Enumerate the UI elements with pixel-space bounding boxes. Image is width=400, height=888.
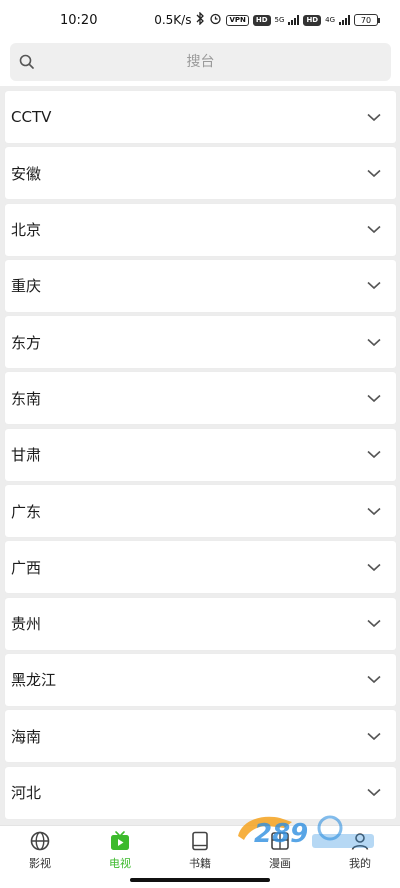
chevron-down-icon [367, 282, 381, 290]
signal-icon [288, 15, 300, 25]
hd-badge: HD [252, 14, 271, 26]
tab-label: 电视 [109, 857, 131, 870]
chevron-down-icon [367, 451, 381, 459]
tab-movies[interactable]: 影视 [0, 826, 80, 888]
chevron-down-icon [367, 732, 381, 740]
search-bar [0, 40, 400, 86]
signal-icon-2 [339, 15, 350, 25]
channel-label: 东南 [11, 389, 42, 408]
tab-label: 我的 [349, 857, 371, 870]
channel-row-hainan[interactable]: 海南 [5, 710, 396, 763]
channel-row-guizhou[interactable]: 贵州 [5, 597, 396, 650]
book-icon [192, 831, 208, 851]
chevron-down-icon [367, 169, 381, 177]
channel-row-heilongjiang[interactable]: 黑龙江 [5, 653, 396, 706]
channel-label: 甘肃 [11, 446, 42, 465]
channel-row-guangdong[interactable]: 广东 [5, 485, 396, 538]
battery-icon: 70 [354, 14, 380, 26]
channel-label: CCTV [11, 108, 52, 126]
chevron-down-icon [367, 226, 381, 234]
chevron-down-icon [367, 338, 381, 346]
globe-icon [30, 831, 50, 851]
vpn-badge: VPN [226, 14, 249, 26]
channel-label: 重庆 [11, 277, 42, 296]
channel-row-beijing[interactable]: 北京 [5, 203, 396, 256]
channel-label: 贵州 [11, 615, 42, 634]
battery-level: 70 [360, 15, 372, 25]
hd-badge-2: HD [303, 14, 322, 26]
chevron-down-icon [367, 788, 381, 797]
channel-label: 北京 [11, 221, 42, 240]
network-type-label: 5G [274, 15, 285, 24]
network-type-label-2: 4G [325, 15, 335, 24]
bluetooth-icon [195, 11, 205, 28]
search-icon [19, 54, 35, 70]
channel-label: 黑龙江 [11, 671, 57, 690]
chevron-down-icon [367, 507, 381, 515]
channel-row-anhui[interactable]: 安徽 [5, 147, 396, 200]
tab-label: 漫画 [269, 857, 291, 870]
chevron-down-icon [367, 620, 381, 628]
channel-label: 海南 [11, 727, 42, 746]
channel-row-chongqing[interactable]: 重庆 [5, 259, 396, 312]
alarm-icon [209, 12, 222, 28]
status-icons: 0.5K/s VPN HD 5G HD 4G 70 [154, 11, 380, 28]
channel-label: 安徽 [11, 164, 42, 183]
chevron-down-icon [367, 113, 381, 121]
search-input[interactable] [10, 43, 391, 81]
channel-row-dongnan[interactable]: 东南 [5, 372, 396, 425]
chevron-down-icon [367, 394, 381, 403]
tab-label: 影视 [29, 857, 51, 870]
chevron-down-icon [367, 676, 381, 684]
channel-row-gansu[interactable]: 甘肃 [5, 428, 396, 481]
status-bar: 10:20 0.5K/s VPN HD 5G HD 4G 70 [0, 0, 400, 40]
channel-list: CCTV 安徽 北京 重庆 东方 东南 甘肃 广东 广西 贵州 黑龙江 海南 河… [5, 91, 396, 823]
home-indicator [130, 878, 270, 882]
channel-row-cctv[interactable]: CCTV [5, 91, 396, 143]
channel-label: 广东 [11, 502, 42, 521]
svg-text:289: 289 [254, 819, 308, 849]
channel-label: 广西 [11, 558, 42, 577]
channel-row-guangxi[interactable]: 广西 [5, 541, 396, 594]
channel-row-dongfang[interactable]: 东方 [5, 316, 396, 369]
chevron-down-icon [367, 563, 381, 571]
watermark-logo: 289 [238, 815, 374, 849]
search-box[interactable] [10, 43, 391, 81]
status-time: 10:20 [60, 12, 98, 28]
channel-label: 河北 [11, 784, 42, 803]
channel-label: 东方 [11, 333, 42, 352]
tv-icon [111, 831, 129, 850]
tab-label: 书籍 [189, 857, 211, 870]
net-speed: 0.5K/s [154, 13, 192, 27]
